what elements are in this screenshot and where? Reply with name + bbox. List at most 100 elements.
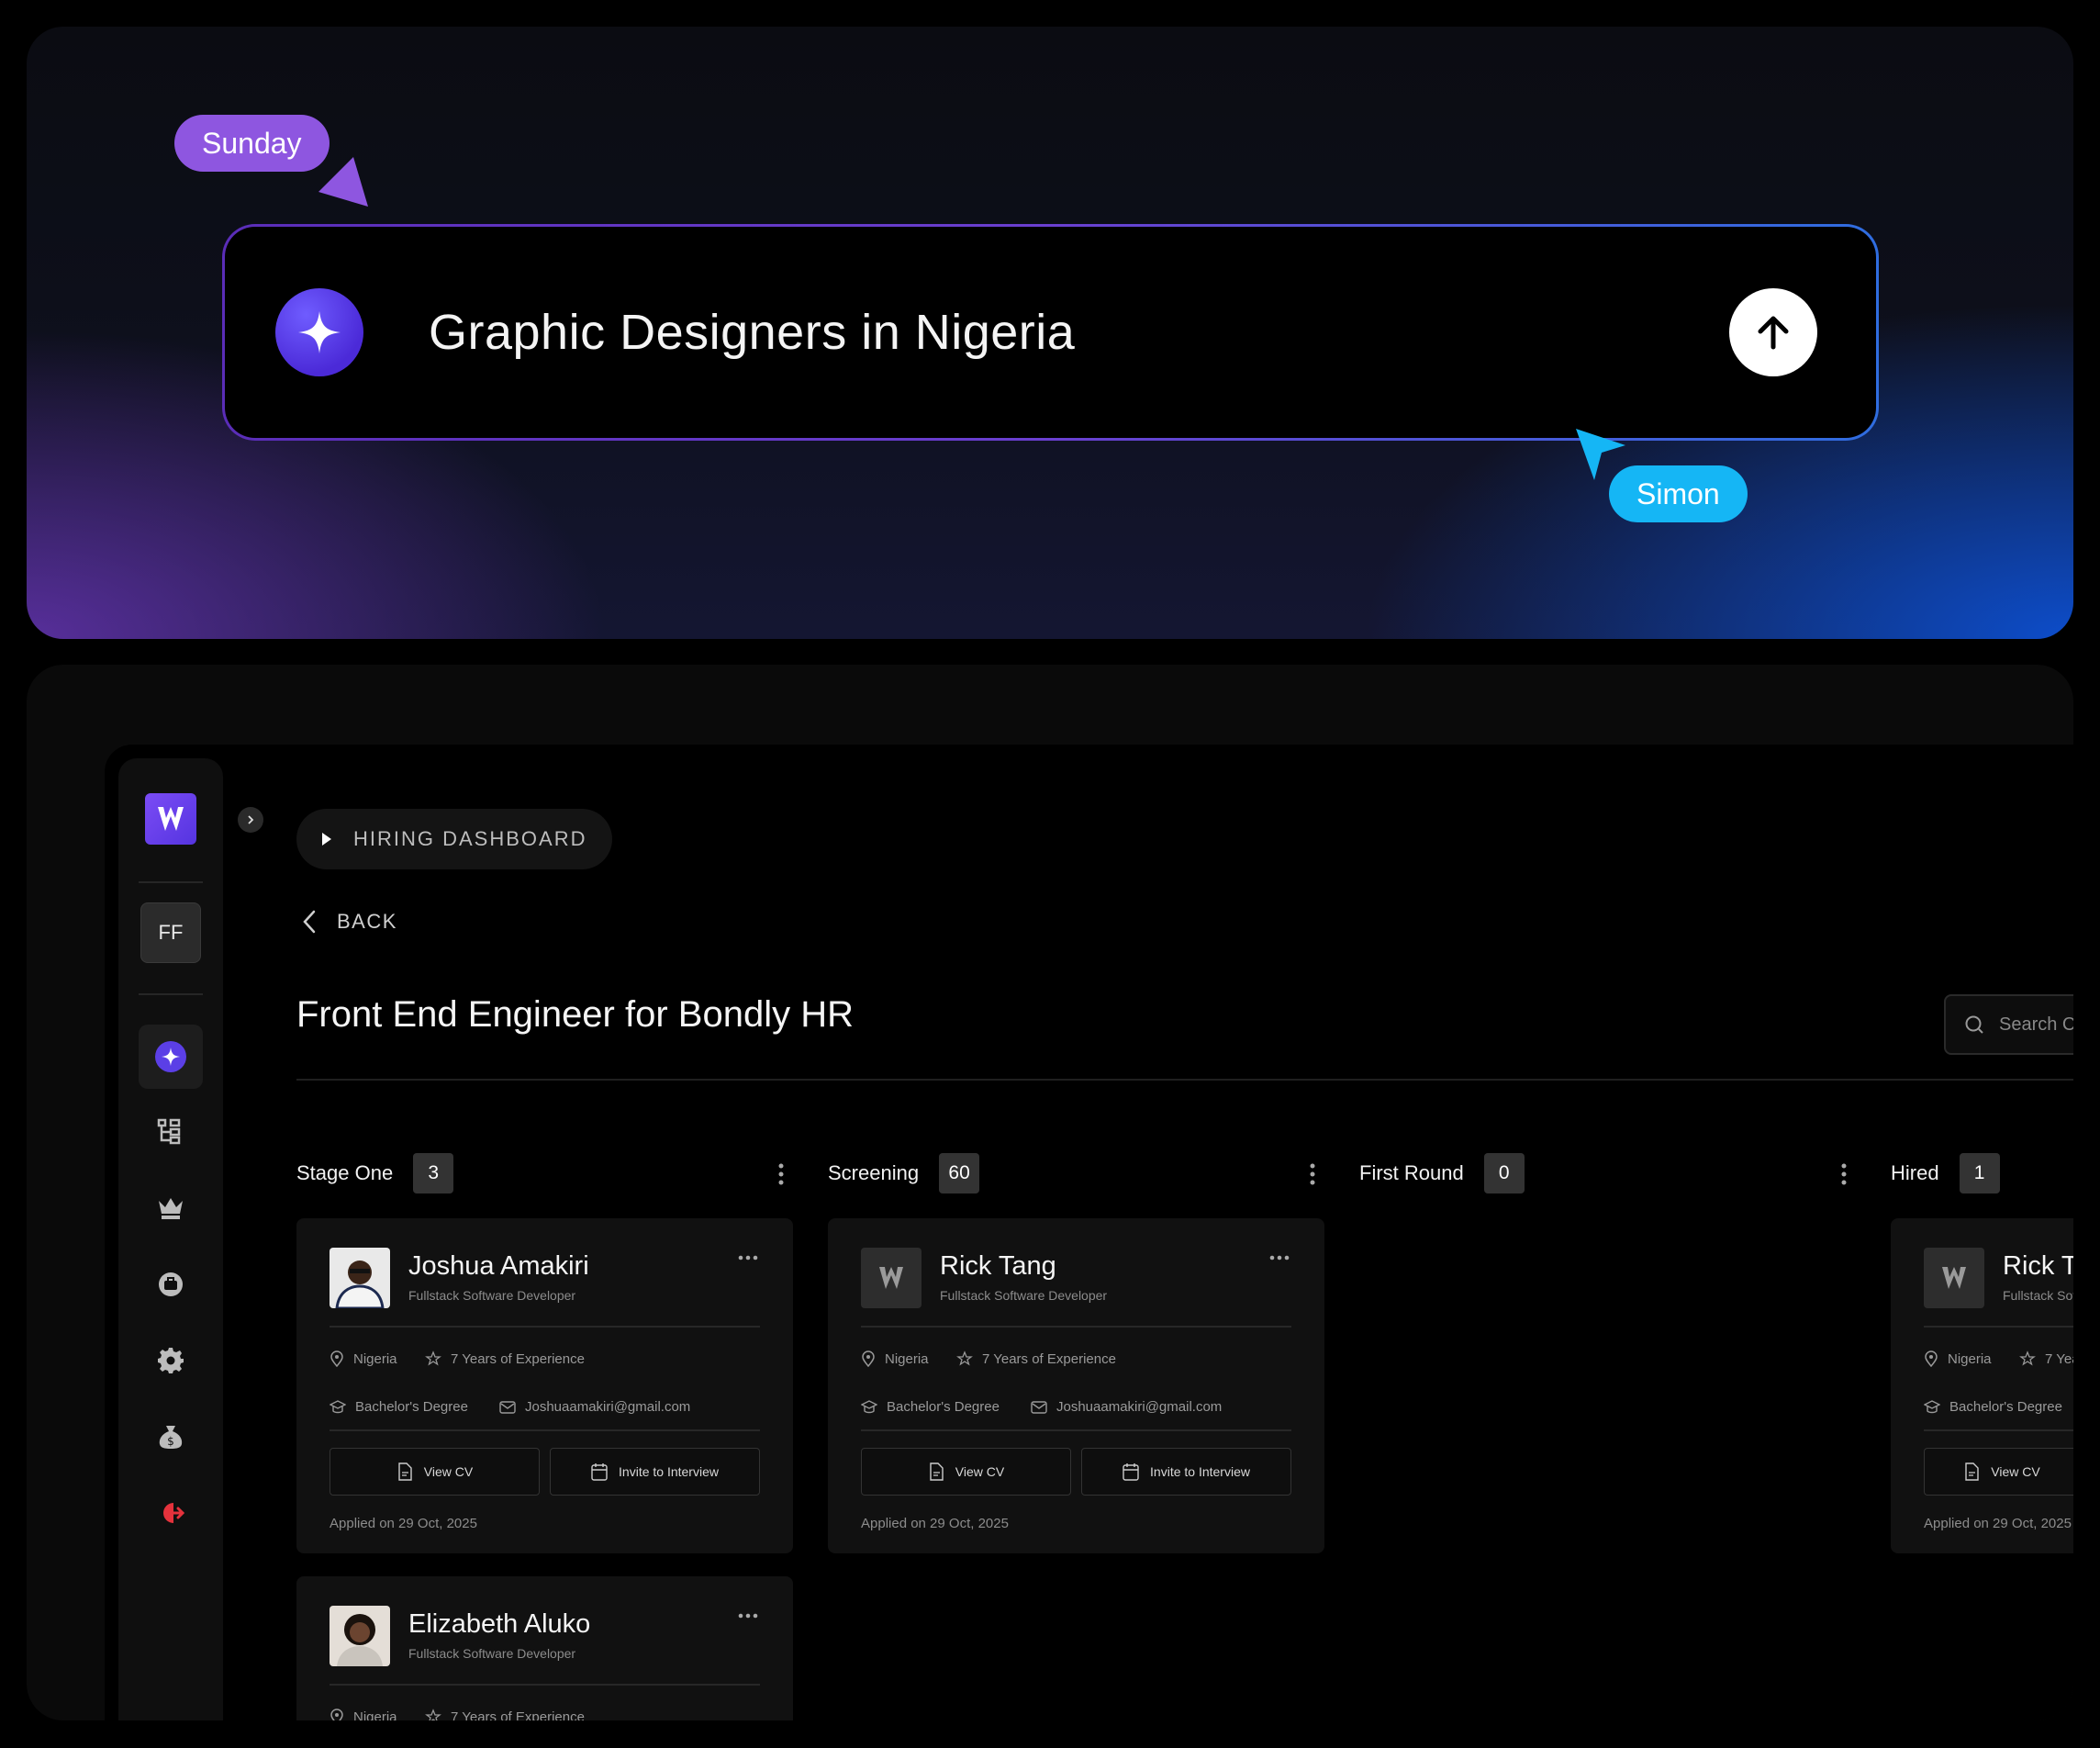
- breadcrumb-label: HIRING DASHBOARD: [353, 827, 587, 850]
- chevron-left-icon: [303, 910, 316, 934]
- candidate-role: Fullstack Software Developer: [940, 1288, 1108, 1303]
- more-horizontal-icon[interactable]: [738, 1613, 758, 1619]
- title-divider: [296, 1079, 2073, 1081]
- invite-to-interview-button[interactable]: Invite to Interview: [550, 1448, 760, 1496]
- sidebar-item-ai[interactable]: [139, 1025, 203, 1089]
- hierarchy-icon: [157, 1118, 181, 1145]
- back-button[interactable]: BACK: [302, 910, 397, 934]
- breadcrumb[interactable]: HIRING DASHBOARD: [296, 809, 613, 869]
- sidebar-item-logout[interactable]: [139, 1481, 203, 1545]
- hero-panel: Sunday Graphic Designers in Nigeria Simo…: [27, 27, 2073, 639]
- sidebar-item-billing[interactable]: $: [139, 1405, 203, 1469]
- logout-icon: [163, 1503, 184, 1523]
- candidate-card-elizabeth[interactable]: Elizabeth Aluko Fullstack Software Devel…: [296, 1576, 793, 1720]
- mail-icon: [499, 1400, 516, 1414]
- column-count: 60: [939, 1153, 980, 1193]
- sidebar-divider: [139, 993, 203, 995]
- page-title: Front End Engineer for Bondly HR: [296, 994, 854, 1035]
- sidebar-item-settings[interactable]: [139, 1328, 203, 1393]
- play-icon: [322, 833, 331, 846]
- candidate-location: Nigeria: [1924, 1350, 1992, 1367]
- logo-icon: [158, 807, 184, 831]
- view-cv-button[interactable]: View CV: [1924, 1448, 2073, 1496]
- document-icon: [1965, 1462, 1979, 1481]
- candidate-experience: 7 Years of Experience: [956, 1350, 1116, 1367]
- column-header-screening: Screening 60: [828, 1152, 980, 1194]
- candidate-location: Nigeria: [330, 1709, 397, 1720]
- search-icon: [1965, 1015, 1983, 1034]
- location-pin-icon: [862, 1350, 875, 1367]
- column-name: First Round: [1359, 1161, 1464, 1184]
- candidate-card-joshua[interactable]: Joshua Amakiri Fullstack Software Develo…: [296, 1218, 793, 1553]
- graduation-cap-icon: [330, 1399, 346, 1413]
- cursor-pointer-icon: [318, 157, 368, 207]
- more-horizontal-icon[interactable]: [1269, 1255, 1290, 1261]
- app-panel: FF $ HIRING DASHBOARD BACK Front End Eng…: [27, 665, 2073, 1720]
- collaborator-tag-simon: Simon: [1609, 465, 1748, 522]
- column-header-hired: Hired 1: [1891, 1152, 2000, 1194]
- prompt-text[interactable]: Graphic Designers in Nigeria: [429, 304, 1075, 361]
- sidebar-item-pipeline[interactable]: [139, 1100, 203, 1164]
- location-pin-icon: [1925, 1350, 1938, 1367]
- placeholder-logo-icon: [1942, 1267, 1966, 1289]
- column-count: 1: [1959, 1153, 2000, 1193]
- ai-prompt-bar[interactable]: Graphic Designers in Nigeria: [222, 224, 1879, 441]
- arrow-up-icon: [1758, 316, 1789, 350]
- column-name: Hired: [1891, 1161, 1939, 1184]
- sidebar: FF $: [118, 758, 223, 1720]
- candidate-degree: Bachelor's Degree: [861, 1399, 1000, 1415]
- sidebar-item-premium[interactable]: [139, 1176, 203, 1240]
- card-divider: [861, 1429, 1291, 1431]
- card-divider: [1924, 1429, 2073, 1431]
- sidebar-expand-button[interactable]: [238, 807, 263, 833]
- candidate-experience: 7 Years of Experience: [425, 1709, 585, 1720]
- avatar: [861, 1248, 922, 1308]
- more-horizontal-icon[interactable]: [738, 1255, 758, 1261]
- location-pin-icon: [330, 1350, 343, 1367]
- workspace-avatar[interactable]: FF: [140, 902, 201, 963]
- svg-text:$: $: [167, 1435, 174, 1448]
- view-cv-button[interactable]: View CV: [861, 1448, 1071, 1496]
- candidate-card-rick[interactable]: Rick Tang Fullstack Software Developer N…: [828, 1218, 1324, 1553]
- document-icon: [398, 1462, 412, 1481]
- sidebar-item-jobs[interactable]: [139, 1252, 203, 1317]
- column-menu-icon[interactable]: [1840, 1163, 1848, 1185]
- avatar: [330, 1606, 390, 1666]
- candidate-role: Fullstack Softw: [2003, 1288, 2073, 1303]
- placeholder-logo-icon: [879, 1267, 903, 1289]
- view-cv-button[interactable]: View CV: [330, 1448, 540, 1496]
- column-menu-icon[interactable]: [1309, 1163, 1316, 1185]
- collaborator-tag-sunday: Sunday: [174, 115, 330, 172]
- candidate-location: Nigeria: [861, 1350, 929, 1367]
- column-name: Screening: [828, 1161, 920, 1184]
- calendar-icon: [1123, 1463, 1139, 1481]
- candidate-name: Rick Tar: [2003, 1251, 2073, 1281]
- search-input[interactable]: Search Can: [1944, 994, 2073, 1055]
- column-count: 3: [413, 1153, 454, 1193]
- app-window: FF $ HIRING DASHBOARD BACK Front End Eng…: [105, 745, 2073, 1720]
- candidate-degree: Bachelor's Degree: [330, 1399, 468, 1415]
- candidate-role: Fullstack Software Developer: [408, 1288, 576, 1303]
- briefcase-icon: [159, 1272, 183, 1296]
- star-icon: [2019, 1350, 2036, 1366]
- calendar-icon: [591, 1463, 608, 1481]
- candidate-card-rick-hired[interactable]: Rick Tar Fullstack Softw Nigeria 7 Years…: [1891, 1218, 2073, 1553]
- send-button[interactable]: [1729, 288, 1817, 376]
- chevron-right-icon: [248, 815, 254, 824]
- card-divider: [1924, 1326, 2073, 1328]
- candidate-email: Joshuaamakiri@gmail.com: [1031, 1399, 1222, 1415]
- column-name: Stage One: [296, 1161, 394, 1184]
- card-divider: [861, 1326, 1291, 1328]
- search-placeholder: Search Can: [1999, 1014, 2073, 1035]
- card-divider: [330, 1326, 760, 1328]
- document-icon: [930, 1462, 944, 1481]
- candidate-email: Joshuaamakiri@gmail.com: [499, 1399, 690, 1415]
- column-menu-icon[interactable]: [777, 1163, 785, 1185]
- candidate-role: Fullstack Software Developer: [408, 1646, 576, 1661]
- candidate-name: Elizabeth Aluko: [408, 1609, 591, 1639]
- candidate-location: Nigeria: [330, 1350, 397, 1367]
- star-icon: [425, 1709, 441, 1720]
- invite-to-interview-button[interactable]: Invite to Interview: [1081, 1448, 1291, 1496]
- app-logo[interactable]: [145, 793, 196, 845]
- location-pin-icon: [330, 1709, 343, 1720]
